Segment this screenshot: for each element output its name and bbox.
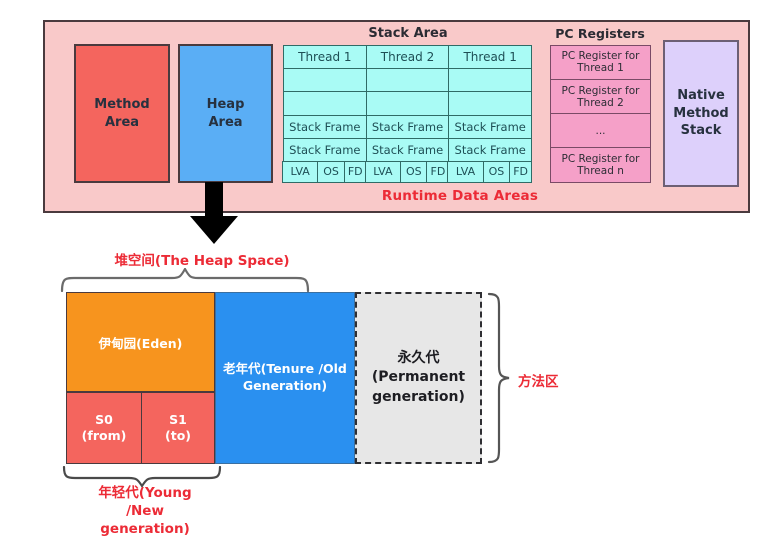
heap-space-label: 堆空间(The Heap Space) <box>114 253 290 269</box>
pc-register-cell: PC Register for Thread n <box>550 147 651 183</box>
stack-frame-cell: Stack Frame <box>283 137 367 162</box>
lva-cell: LVA <box>364 160 402 184</box>
stack-frame-parts-row: LVA OS FD <box>447 160 533 184</box>
heap-space-brace <box>60 268 310 292</box>
thread-name-cell: Thread 1 <box>448 45 533 70</box>
young-generation-label: 年轻代(Young/New generation) <box>98 485 192 538</box>
permanent-generation-label: 永久代 (Permanent generation) <box>371 349 466 405</box>
os-cell: OS <box>317 160 345 184</box>
thread-column: Thread 1 Stack Frame Stack Frame LVA OS … <box>282 45 367 184</box>
pc-registers-title: PC Registers <box>555 26 645 41</box>
method-zone-label: 方法区 <box>518 374 559 390</box>
thread-empty-cell <box>365 91 450 116</box>
stack-area-grid: Thread 1 Stack Frame Stack Frame LVA OS … <box>282 45 533 184</box>
fd-cell: FD <box>426 160 450 184</box>
tenured-generation-block: 老年代(Tenure /Old Generation) <box>215 292 355 464</box>
stack-frame-cell: Stack Frame <box>283 114 367 139</box>
stack-frame-cell: Stack Frame <box>365 137 450 162</box>
stack-frame-parts-row: LVA OS FD <box>364 160 450 184</box>
thread-column: Thread 2 Stack Frame Stack Frame LVA OS … <box>364 45 450 184</box>
permanent-generation-block: 永久代 (Permanent generation) <box>355 292 482 464</box>
method-area-label: Method Area <box>94 96 150 130</box>
lva-cell: LVA <box>447 160 484 184</box>
thread-empty-cell <box>283 91 367 116</box>
os-cell: OS <box>400 160 428 184</box>
thread-empty-cell <box>448 91 533 116</box>
thread-empty-cell <box>283 68 367 93</box>
heap-area-box: Heap Area <box>178 44 273 183</box>
thread-column: Thread 1 Stack Frame Stack Frame LVA OS … <box>447 45 533 184</box>
stack-frame-cell: Stack Frame <box>448 114 533 139</box>
runtime-data-areas-caption: Runtime Data Areas <box>381 188 539 204</box>
pc-registers-grid: PC Register for Thread 1 PC Register for… <box>550 44 651 183</box>
native-method-stack-label: Native Method Stack <box>673 88 729 139</box>
eden-block: 伊甸园(Eden) <box>66 292 215 392</box>
pc-register-cell: PC Register for Thread 2 <box>550 78 651 115</box>
heap-area-label: Heap Area <box>206 96 245 130</box>
tenured-generation-label: 老年代(Tenure /Old Generation) <box>223 361 347 393</box>
thread-name-cell: Thread 2 <box>365 45 450 70</box>
method-area-box: Method Area <box>74 44 170 183</box>
thread-name-cell: Thread 1 <box>283 45 367 70</box>
eden-label: 伊甸园(Eden) <box>98 335 183 351</box>
pc-register-cell: PC Register for Thread 1 <box>550 44 651 81</box>
native-method-stack-box: Native Method Stack <box>663 40 739 187</box>
survivor-s0-block: S0 (from) <box>66 392 142 464</box>
stack-frame-cell: Stack Frame <box>365 114 450 139</box>
lva-cell: LVA <box>282 160 319 184</box>
fd-cell: FD <box>509 160 533 184</box>
thread-empty-cell <box>365 68 450 93</box>
thread-empty-cell <box>448 68 533 93</box>
pc-register-ellipsis-cell: ... <box>550 113 651 149</box>
os-cell: OS <box>482 160 511 184</box>
survivor-s1-label: S1 (to) <box>165 411 191 443</box>
survivor-s1-block: S1 (to) <box>142 392 215 464</box>
method-zone-brace <box>487 292 510 464</box>
stack-frame-cell: Stack Frame <box>448 137 533 162</box>
stack-area-title: Stack Area <box>368 26 448 41</box>
heap-generation-diagram: 伊甸园(Eden) S0 (from) S1 (to) 老年代(Tenure /Ol… <box>66 292 482 464</box>
down-arrow-icon <box>190 182 238 244</box>
survivor-s0-label: S0 (from) <box>81 411 127 443</box>
stack-frame-parts-row: LVA OS FD <box>282 160 367 184</box>
fd-cell: FD <box>343 160 367 184</box>
